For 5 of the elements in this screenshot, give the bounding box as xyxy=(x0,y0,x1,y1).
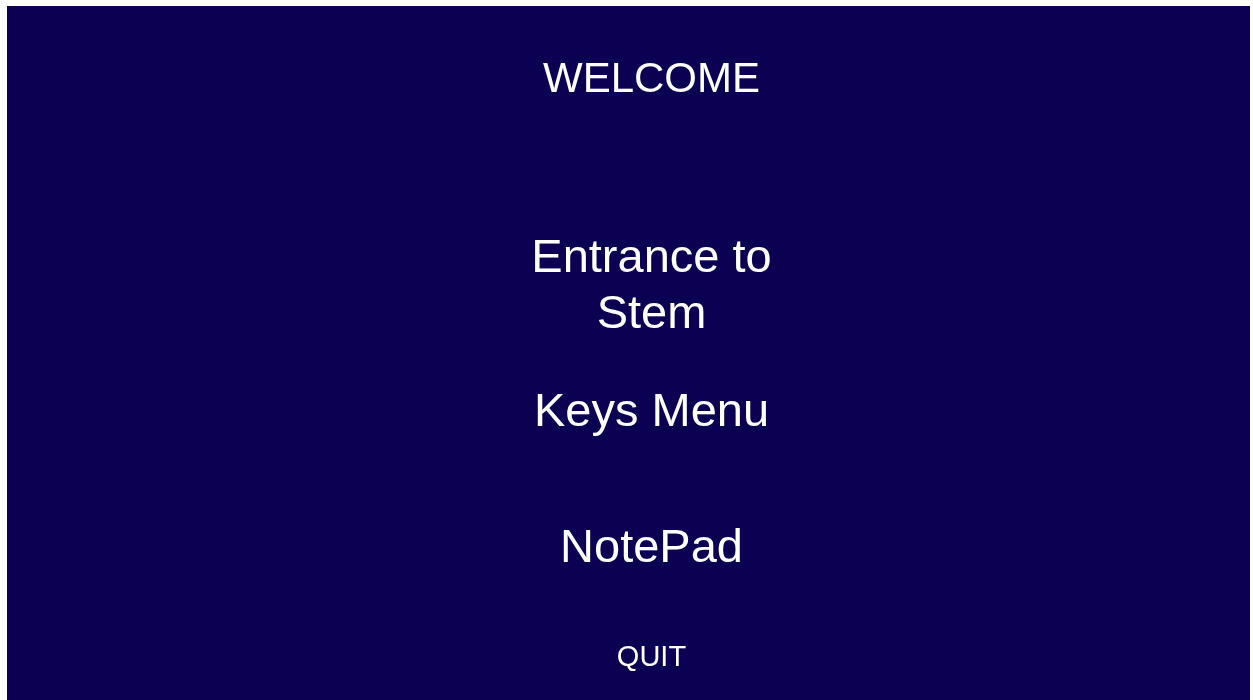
screen-title: WELCOME xyxy=(543,53,760,103)
menu-button[interactable]: QUIT xyxy=(616,638,687,674)
menu-button[interactable]: NotePad xyxy=(506,518,797,574)
menu-button[interactable]: Keys Menu xyxy=(506,382,797,438)
menu-button[interactable]: Entrance to Stem xyxy=(506,228,797,340)
